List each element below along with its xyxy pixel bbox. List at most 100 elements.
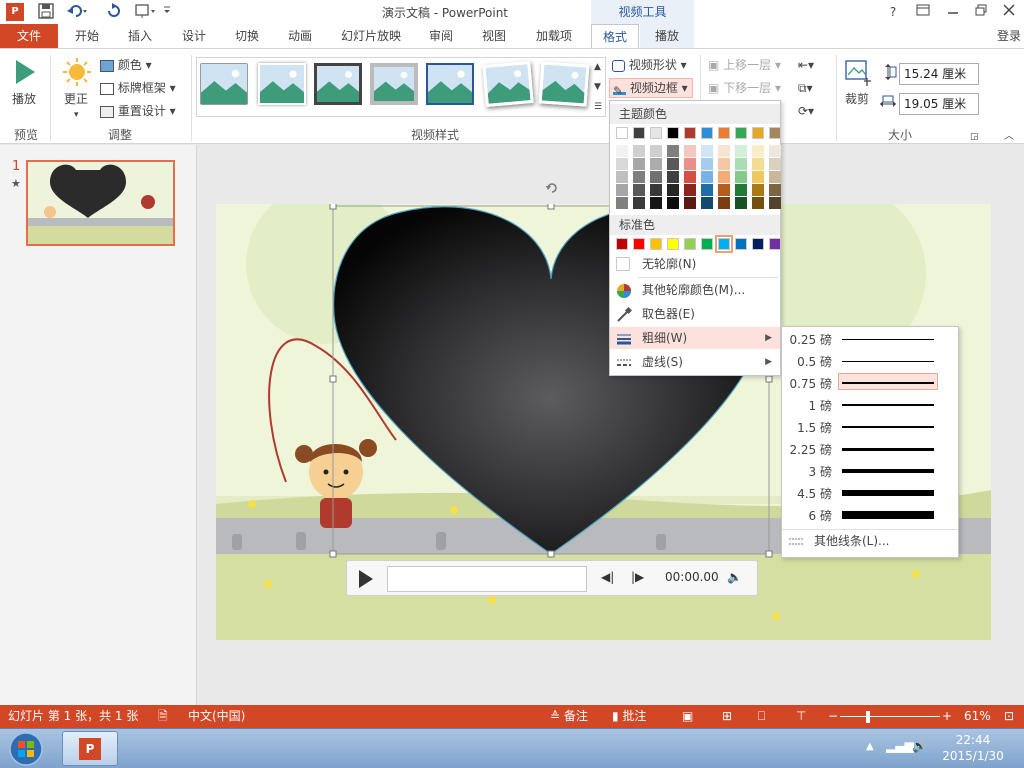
theme-color-swatch[interactable] [616, 127, 628, 139]
size-dialog-launcher-icon[interactable]: ◲ [970, 129, 979, 145]
standard-color-swatch[interactable] [715, 235, 733, 253]
tab-view[interactable]: 视图 [471, 24, 517, 48]
media-progress-bar[interactable] [387, 566, 587, 592]
theme-shade-swatch[interactable] [718, 158, 730, 170]
theme-shade-swatch[interactable] [650, 197, 662, 209]
restore-icon[interactable] [970, 2, 992, 22]
normal-view-icon[interactable]: ▣ [682, 705, 693, 728]
theme-color-swatch[interactable] [752, 127, 764, 139]
theme-shade-swatch[interactable] [752, 145, 764, 157]
video-style-thumbnail[interactable] [200, 63, 248, 105]
play-preview-icon[interactable] [14, 59, 36, 88]
minimize-icon[interactable] [942, 2, 964, 22]
corrections-dropdown-icon[interactable]: ▾ [74, 107, 79, 123]
theme-color-swatch[interactable] [735, 127, 747, 139]
theme-color-swatch[interactable] [701, 127, 713, 139]
height-input[interactable]: 15.24 厘米 [899, 63, 979, 85]
theme-shade-swatch[interactable] [769, 145, 781, 157]
standard-color-swatch[interactable] [650, 238, 662, 250]
theme-shade-swatch[interactable] [633, 171, 645, 183]
gallery-scroll-down-icon[interactable]: ▼ [594, 79, 601, 95]
volume-icon[interactable]: 🔈 [727, 570, 742, 584]
theme-shade-swatch[interactable] [752, 158, 764, 170]
dashes-item[interactable]: 虚线(S) ▶ [610, 351, 780, 373]
theme-shade-swatch[interactable] [684, 184, 696, 196]
reading-view-icon[interactable]: ⎕ [758, 705, 765, 728]
corrections-button[interactable]: 更正 [64, 91, 88, 107]
theme-shade-swatch[interactable] [701, 197, 713, 209]
tab-transitions[interactable]: 切换 [224, 24, 270, 48]
group-objects-icon[interactable]: ⧉▾ [798, 80, 813, 96]
theme-shade-swatch[interactable] [718, 184, 730, 196]
theme-shade-swatch[interactable] [752, 171, 764, 183]
bring-forward-button[interactable]: ▣ 上移一层 ▾ [708, 57, 781, 73]
theme-shade-swatch[interactable] [718, 171, 730, 183]
theme-shade-swatch[interactable] [752, 197, 764, 209]
theme-shade-swatch[interactable] [769, 197, 781, 209]
slide-thumbnail[interactable] [26, 160, 175, 246]
theme-shade-swatch[interactable] [650, 171, 662, 183]
fit-slide-icon[interactable]: ⊡ [1004, 705, 1014, 728]
slideshow-view-icon[interactable]: ⊤ [796, 705, 806, 728]
theme-shade-swatch[interactable] [735, 158, 747, 170]
theme-shade-swatch[interactable] [616, 197, 628, 209]
theme-shade-swatch[interactable] [684, 171, 696, 183]
video-style-thumbnail[interactable] [538, 61, 590, 107]
theme-shade-swatch[interactable] [684, 158, 696, 170]
line-weight-option[interactable]: 4.5 磅 [782, 482, 958, 504]
theme-shade-swatch[interactable] [667, 184, 679, 196]
tab-animations[interactable]: 动画 [277, 24, 323, 48]
theme-shade-swatch[interactable] [616, 171, 628, 183]
help-icon[interactable]: ? [882, 2, 904, 22]
width-input[interactable]: 19.05 厘米 [899, 93, 979, 115]
skip-forward-icon[interactable]: |▶ [631, 570, 644, 584]
theme-shade-swatch[interactable] [769, 184, 781, 196]
zoom-in-icon[interactable]: + [942, 705, 952, 728]
zoom-slider[interactable] [840, 716, 940, 717]
video-style-thumbnail[interactable] [482, 60, 534, 108]
start-from-beginning-icon[interactable] [134, 3, 156, 21]
gallery-scroll-up-icon[interactable]: ▲ [594, 59, 601, 75]
rotate-icon[interactable]: ⟳▾ [798, 103, 814, 119]
login-link[interactable]: 登录 [994, 24, 1024, 48]
spell-check-icon[interactable]: 🗎 [158, 705, 168, 728]
align-icon[interactable]: ⇤▾ [798, 57, 814, 73]
more-lines-item[interactable]: 其他线条(L)... [782, 530, 958, 552]
video-shape-button[interactable]: 视频形状 ▾ [612, 57, 687, 73]
taskbar-powerpoint-button[interactable]: P [62, 731, 118, 766]
tab-slideshow[interactable]: 幻灯片放映 [333, 24, 409, 48]
theme-shade-swatch[interactable] [633, 184, 645, 196]
theme-shade-swatch[interactable] [718, 197, 730, 209]
theme-shade-swatch[interactable] [616, 158, 628, 170]
rotate-handle-icon[interactable] [544, 180, 560, 199]
standard-color-swatch[interactable] [633, 238, 645, 250]
tab-home[interactable]: 开始 [64, 24, 110, 48]
theme-shade-swatch[interactable] [769, 171, 781, 183]
line-weight-option[interactable]: 0.75 磅 [782, 372, 958, 394]
theme-shade-swatch[interactable] [616, 184, 628, 196]
zoom-level[interactable]: 61% [964, 705, 991, 728]
tab-addins[interactable]: 加载项 [524, 24, 584, 48]
video-style-thumbnail[interactable] [426, 63, 474, 105]
theme-shade-swatch[interactable] [701, 184, 713, 196]
crop-button[interactable]: 裁剪 [845, 91, 869, 107]
line-weight-option[interactable]: 0.25 磅 [782, 328, 958, 350]
theme-shade-swatch[interactable] [752, 184, 764, 196]
collapse-ribbon-icon[interactable]: ︿ [1004, 129, 1014, 145]
network-icon[interactable]: ▂▄▆ [886, 739, 914, 753]
standard-color-swatch[interactable] [752, 238, 764, 250]
theme-shade-swatch[interactable] [735, 145, 747, 157]
theme-color-swatch[interactable] [633, 127, 645, 139]
zoom-out-icon[interactable]: − [828, 705, 838, 728]
send-backward-button[interactable]: ▣ 下移一层 ▾ [708, 80, 781, 96]
undo-icon[interactable] [66, 3, 88, 21]
theme-shade-swatch[interactable] [650, 158, 662, 170]
slide-sorter-icon[interactable]: ⊞ [722, 705, 732, 728]
theme-shade-swatch[interactable] [650, 184, 662, 196]
tab-insert[interactable]: 插入 [117, 24, 163, 48]
video-border-button[interactable]: ✎ 视频边框 ▾ [609, 78, 693, 98]
tab-review[interactable]: 审阅 [418, 24, 464, 48]
standard-color-swatch[interactable] [616, 238, 628, 250]
show-hidden-icons-icon[interactable]: ▲ [866, 741, 874, 752]
tab-playback[interactable]: 播放 [640, 24, 694, 48]
